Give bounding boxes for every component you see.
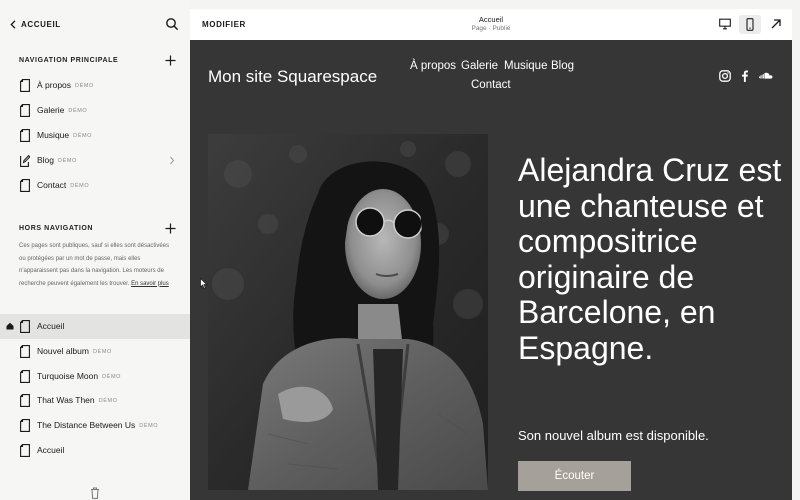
sidebar-item-label: Blog <box>37 155 55 165</box>
sidebar-item-accueil-home[interactable]: Accueil <box>0 314 190 339</box>
sidebar-item-label: Galerie <box>37 105 65 115</box>
sidebar-header: ACCUEIL <box>0 14 190 34</box>
open-external-button[interactable] <box>765 15 787 34</box>
site-nav-musique[interactable]: Musique <box>504 60 547 72</box>
instagram-icon[interactable] <box>719 70 731 82</box>
learn-more-link[interactable]: En savoir plus <box>131 281 169 287</box>
sidebar-item-label: The Distance Between Us <box>37 420 136 430</box>
mobile-icon <box>746 18 754 31</box>
page-icon <box>20 444 30 457</box>
page-icon <box>20 179 30 192</box>
back-button[interactable]: ACCUEIL <box>10 17 61 31</box>
sidebar-item-blog[interactable]: Blog DÉMO <box>0 148 190 173</box>
sidebar-item-label: Contact <box>37 180 67 190</box>
pages-sidebar: ACCUEIL NAVIGATION PRINCIPALE À propos DÉ… <box>0 0 190 500</box>
page-status: Page · Publié <box>471 25 511 32</box>
sidebar-item-label: Turquoise Moon <box>37 371 99 381</box>
listen-button[interactable]: Écouter <box>518 461 631 491</box>
demo-badge: DÉMO <box>92 349 112 355</box>
demo-badge: DÉMO <box>73 133 93 139</box>
hero-headline: Alejandra Cruz est une chanteuse et comp… <box>518 152 782 366</box>
site-preview: Mon site Squarespace À propos Galerie Mu… <box>190 40 792 500</box>
sidebar-item-nouvel-album[interactable]: Nouvel album DÉMO <box>0 339 190 364</box>
sidebar-item-label: Accueil <box>37 321 65 331</box>
main-navigation-heading: NAVIGATION PRINCIPALE <box>19 57 119 64</box>
add-page-plus-icon[interactable] <box>165 55 176 66</box>
site-nav-blog[interactable]: Blog <box>551 60 574 72</box>
hero-photo <box>208 134 488 490</box>
sidebar-item-that-was-then[interactable]: That Was Then DÉMO <box>0 388 190 413</box>
mobile-view-button[interactable] <box>739 15 761 34</box>
blog-edit-icon <box>20 154 30 167</box>
demo-badge: DÉMO <box>68 108 88 114</box>
demo-badge: DÉMO <box>98 398 118 404</box>
demo-badge: DÉMO <box>75 83 94 89</box>
sidebar-item-a-propos[interactable]: À propos DÉMO <box>0 73 190 98</box>
chevron-right-icon <box>170 156 175 165</box>
sidebar-item-galerie[interactable]: Galerie DÉMO <box>0 98 190 123</box>
sidebar-item-label: À propos <box>37 80 72 90</box>
search-icon[interactable] <box>165 17 179 31</box>
site-title[interactable]: Mon site Squarespace <box>208 67 377 87</box>
page-icon <box>20 419 30 432</box>
sidebar-item-label: Nouvel album <box>37 346 89 356</box>
editor-topbar: MODIFIER Accueil Page · Publié <box>190 9 792 40</box>
sidebar-item-musique[interactable]: Musique DÉMO <box>0 123 190 148</box>
demo-badge: DÉMO <box>70 183 90 189</box>
arrow-up-right-icon <box>771 19 781 29</box>
page-icon <box>20 370 30 383</box>
site-nav-a-propos[interactable]: À propos <box>410 60 456 72</box>
add-unlinked-page-plus-icon[interactable] <box>165 223 176 234</box>
demo-badge: DÉMO <box>58 158 77 164</box>
hero-subheadline: Son nouvel album est disponible. <box>518 428 709 443</box>
sidebar-item-label: That Was Then <box>37 395 95 405</box>
demo-badge: DÉMO <box>139 423 159 429</box>
page-icon <box>20 345 30 358</box>
desktop-view-button[interactable] <box>714 15 736 34</box>
sidebar-item-the-distance-between-us[interactable]: The Distance Between Us DÉMO <box>0 413 190 438</box>
page-icon <box>20 79 30 92</box>
sidebar-item-label: Accueil <box>37 445 65 455</box>
site-nav-galerie[interactable]: Galerie <box>461 60 498 72</box>
mouse-cursor-icon <box>200 278 208 289</box>
trash-icon[interactable] <box>90 487 100 499</box>
site-navigation: À propos Galerie Musique Blog Contact <box>400 60 574 100</box>
page-icon <box>20 129 30 142</box>
chevron-left-icon <box>10 19 16 29</box>
portrait-image <box>208 134 488 490</box>
page-icon <box>20 104 30 117</box>
sidebar-item-turquoise-moon[interactable]: Turquoise Moon DÉMO <box>0 364 190 389</box>
page-icon <box>20 394 30 407</box>
facebook-icon[interactable] <box>739 70 751 82</box>
page-icon <box>20 320 30 333</box>
sidebar-item-contact[interactable]: Contact DÉMO <box>0 173 190 198</box>
site-nav-contact[interactable]: Contact <box>471 79 511 91</box>
soundcloud-icon[interactable] <box>759 70 773 82</box>
back-button-label: ACCUEIL <box>21 19 61 29</box>
sidebar-item-accueil[interactable]: Accueil <box>0 438 190 463</box>
not-linked-heading: HORS NAVIGATION <box>19 225 94 232</box>
home-icon <box>6 322 14 330</box>
not-linked-description: Ces pages sont publiques, sauf si elles … <box>19 240 177 290</box>
page-title: Accueil <box>478 15 504 24</box>
demo-badge: DÉMO <box>102 374 122 380</box>
sidebar-item-label: Musique <box>37 130 70 140</box>
desktop-icon <box>719 18 731 30</box>
